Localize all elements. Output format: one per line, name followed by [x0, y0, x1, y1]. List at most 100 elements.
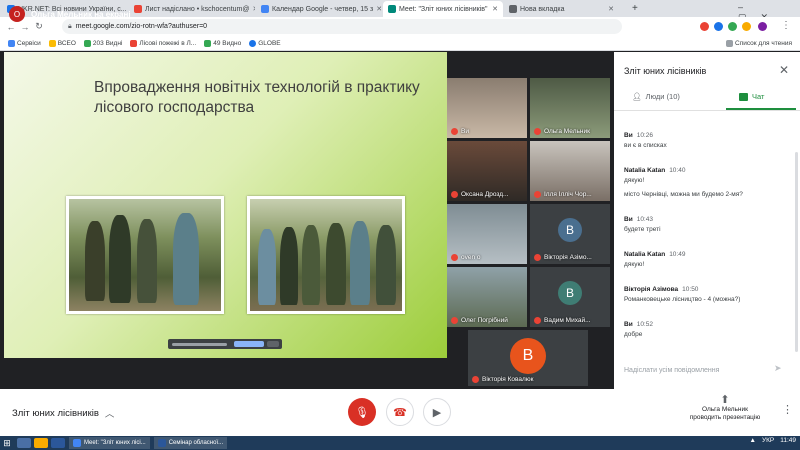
mic-off-icon [534, 191, 541, 198]
chat-message: Вікторія Азімова 10:50 Романковецьке лісн… [624, 286, 741, 303]
close-icon[interactable]: ✕ [779, 63, 789, 77]
chat-message: Ви 10:52 добре [624, 321, 653, 338]
start-icon[interactable]: ⊞ [0, 436, 14, 450]
extension-icon[interactable] [714, 22, 723, 31]
word-icon[interactable] [51, 438, 65, 448]
present-icon: ⬆︎ [720, 394, 730, 406]
taskbar-task[interactable]: Семінар обласної... [153, 437, 228, 449]
extension-icon[interactable] [700, 22, 709, 31]
apps-icon [8, 39, 15, 47]
extension-icon[interactable] [728, 22, 737, 31]
browser-tab[interactable]: Нова вкладка ✕ [504, 1, 619, 17]
slide-title: Впровадження новітніх технологій в практ… [94, 79, 420, 116]
participant-tile[interactable]: В Вікторія Азімо... [530, 204, 610, 264]
people-icon: 👤︎ [632, 92, 642, 101]
back-icon[interactable]: ← [4, 22, 18, 32]
mic-off-icon [472, 376, 479, 383]
presenter-name: Ольга Мельник на екрані [31, 9, 131, 19]
present-now-button[interactable]: ⬆︎ Ольга Мельник проводить презентацію [660, 394, 790, 422]
chat-input[interactable]: Надіслати усім повідомлення [622, 361, 792, 379]
tab-chat[interactable]: Чат [739, 92, 779, 101]
globe-icon [249, 39, 257, 47]
send-icon[interactable]: ➤ [774, 363, 782, 374]
bookmark-item[interactable]: Лісові пожежі в Л... [130, 39, 196, 47]
more-options-icon[interactable]: ⋮ [782, 403, 793, 416]
bookmark-item[interactable]: 203 Видні [83, 39, 122, 47]
chat-icon [739, 92, 748, 101]
chat-scrollbar[interactable] [795, 152, 798, 352]
close-icon[interactable]: ✕ [376, 5, 382, 13]
chat-message: Natalia Katan 10:40 дякую! [624, 167, 686, 184]
forward-icon[interactable]: → [18, 22, 32, 32]
tab-favicon-icon [509, 5, 517, 13]
tab-label: Meet: "Зліт юних лісівників" [399, 5, 488, 13]
chat-message: Natalia Katan 10:49 дякую! [624, 251, 686, 268]
hang-up-icon: ☎︎ [393, 406, 407, 419]
browser-tab[interactable]: Календар Google - четвер, 15 з ✕ [256, 1, 382, 17]
leave-call-button[interactable]: ☎︎ [386, 398, 414, 426]
bookmark-icon [130, 39, 138, 47]
participant-tile[interactable]: В Вікторія Ковалюк [468, 330, 588, 386]
mic-off-icon [451, 191, 458, 198]
share-notice [172, 342, 227, 346]
close-icon[interactable]: ✕ [252, 5, 255, 13]
new-tab-icon[interactable]: + [632, 3, 638, 14]
bookmark-icon [83, 39, 91, 47]
avatar: О [9, 6, 25, 22]
extension-icon[interactable] [742, 22, 751, 31]
hide-button[interactable] [267, 341, 279, 347]
tab-favicon-icon [134, 5, 142, 13]
chrome-icon [73, 439, 81, 447]
participant-tile[interactable]: Ольга Мельник [530, 78, 610, 138]
bookmarks-bar: Сервіси ВСЕО 203 Видні Лісові пожежі в Л… [0, 36, 800, 51]
reload-icon[interactable]: ↻ [32, 21, 46, 32]
address-url: meet.google.com/zio-rotn-wfa?authuser=0 [75, 23, 208, 30]
bookmark-item[interactable]: 49 Видно [204, 39, 241, 47]
network-icon[interactable]: ▲ [750, 437, 756, 444]
slide-photo [66, 196, 224, 314]
reading-list[interactable]: Список для чтения [726, 39, 792, 47]
mic-toggle-button[interactable]: 🎙︎ [348, 398, 376, 426]
close-icon[interactable]: ✕ [608, 5, 614, 13]
bookmark-item[interactable]: ВСЕО [48, 39, 76, 47]
tab-label: Лист надіслано • kschocentum@ [145, 5, 250, 13]
address-bar[interactable]: 🔒︎ meet.google.com/zio-rotn-wfa?authuser… [62, 19, 622, 34]
search-icon[interactable] [17, 438, 31, 448]
tab-label: Нова вкладка [520, 5, 565, 13]
chat-message: Ви 10:26 ви є в списках [624, 132, 667, 149]
meeting-details[interactable]: Зліт юних лісівників ︿ [12, 406, 114, 421]
mic-off-icon [451, 317, 458, 324]
stop-sharing-button[interactable] [234, 341, 264, 347]
divider [614, 110, 800, 111]
profile-avatar[interactable] [758, 22, 767, 31]
panel-title: Зліт юних лісівників [624, 66, 707, 76]
bookmark-icon [204, 39, 212, 47]
folder-icon[interactable] [34, 438, 48, 448]
mic-off-icon [534, 128, 541, 135]
browser-tab[interactable]: Лист надіслано • kschocentum@ ✕ [129, 1, 255, 17]
reading-list-icon [726, 39, 733, 47]
participant-tile[interactable]: Ілля Ілліч Чор... [530, 141, 610, 201]
tab-people[interactable]: 👤︎ Люди (10) [632, 92, 707, 101]
participant-tile[interactable]: Ви [447, 78, 527, 138]
participant-tile[interactable]: oven o [447, 204, 527, 264]
browser-tab-active[interactable]: Meet: "Зліт юних лісівників" ✕ [383, 1, 503, 17]
menu-icon[interactable]: ⋮ [781, 20, 791, 31]
bookmark-item[interactable]: Сервіси [8, 39, 41, 47]
mic-off-icon [534, 254, 541, 261]
lock-icon: 🔒︎ [68, 22, 72, 30]
chat-message: місто Чернівці, можна ми будемо 2-мя? [624, 191, 743, 198]
taskbar-task[interactable]: Meet: "Зліт юних лісі... [69, 437, 150, 449]
windows-taskbar: ⊞ Meet: "Зліт юних лісі... Семінар облас… [0, 436, 800, 450]
bookmark-item[interactable]: GLOBE [249, 39, 281, 47]
participant-tile[interactable]: Оксана Дрозд... [447, 141, 527, 201]
close-icon[interactable]: ✕ [492, 5, 498, 13]
camera-toggle-button[interactable]: ▶︎ [423, 398, 451, 426]
slide-photo [247, 196, 405, 314]
language-indicator[interactable]: УКР [762, 437, 774, 444]
clock[interactable]: 11:49 [780, 437, 796, 444]
participant-tile[interactable]: Олег Погрібний [447, 267, 527, 327]
avatar: В [558, 281, 582, 305]
mic-off-icon: 🎙︎ [355, 406, 369, 419]
participant-tile[interactable]: В Вадим Михай... [530, 267, 610, 327]
